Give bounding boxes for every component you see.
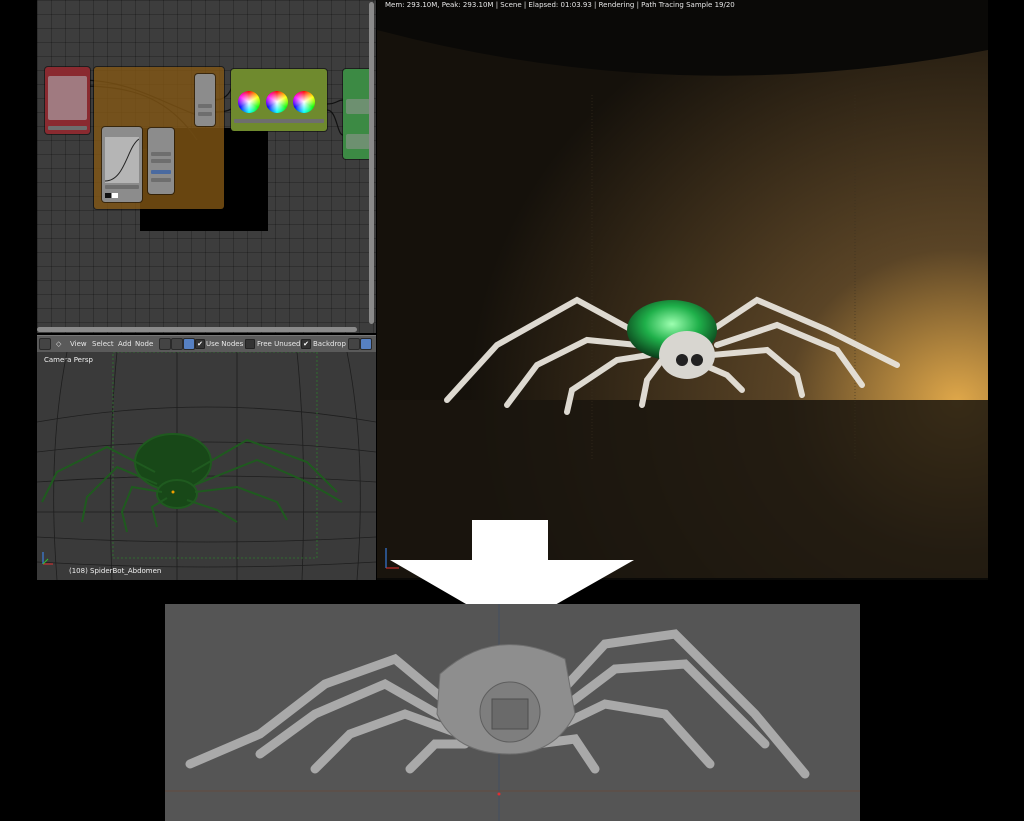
node-editor-vertical-scrollbar[interactable] (369, 2, 374, 324)
backdrop-alpha-icon[interactable] (360, 338, 372, 350)
node-title (94, 67, 224, 74)
node-editor[interactable] (37, 0, 376, 333)
node-socket-row (48, 126, 87, 130)
wireframe-scene (37, 352, 376, 580)
shader-nodes-icon[interactable] (159, 338, 171, 350)
lift-color-wheel[interactable] (238, 91, 260, 113)
node-editor-horizontal-scrollbar[interactable] (37, 327, 357, 332)
menu-view[interactable]: View (70, 340, 87, 348)
use-nodes-checkbox[interactable]: ✔ (195, 339, 205, 349)
backdrop-channel-icon[interactable] (348, 338, 360, 350)
use-nodes-label: Use Nodes (206, 340, 244, 348)
clay-spider (165, 604, 860, 821)
gamma-color-wheel[interactable] (266, 91, 288, 113)
node-preview (346, 99, 370, 114)
curve-graph (105, 137, 139, 183)
black-swatch (105, 193, 111, 198)
node-field (198, 112, 212, 116)
node-preview (48, 76, 87, 120)
node-field (198, 104, 212, 108)
node-title (231, 69, 327, 76)
backdrop-label: Backdrop (313, 340, 346, 348)
active-object-label: (108) SpiderBot_Abdomen (69, 567, 162, 575)
menu-node[interactable]: Node (135, 340, 153, 348)
render-view[interactable] (377, 0, 988, 580)
collapse-icon[interactable]: ◇ (56, 340, 61, 348)
node-field (151, 178, 171, 182)
alpha-over-node[interactable] (195, 74, 215, 126)
texture-nodes-icon[interactable] (183, 338, 195, 350)
node-field (234, 119, 324, 123)
white-swatch (112, 193, 118, 198)
menu-select[interactable]: Select (92, 340, 114, 348)
backdrop-checkbox[interactable]: ✔ (301, 339, 311, 349)
3d-viewport[interactable]: Camera Persp (108) SpiderBot_Abdomen (37, 352, 376, 580)
menu-add[interactable]: Add (118, 340, 132, 348)
node-field (105, 185, 139, 189)
node-title (45, 67, 90, 74)
node-field (151, 152, 171, 156)
node-preview (346, 134, 370, 149)
rendered-scene (377, 0, 988, 580)
render-layers-node[interactable] (45, 67, 90, 134)
free-unused-checkbox[interactable] (245, 339, 255, 349)
node-field (151, 170, 171, 174)
render-status-bar: Mem: 293.10M, Peak: 293.10M | Scene | El… (385, 1, 735, 9)
gain-color-wheel[interactable] (293, 91, 315, 113)
node-field (151, 159, 171, 163)
node-editor-header: ◇ View Select Add Node ✔ Use Nodes Free … (37, 335, 376, 352)
editor-type-icon[interactable] (39, 338, 51, 350)
free-unused-label: Free Unused (257, 340, 301, 348)
color-balance-node[interactable] (231, 69, 327, 131)
clay-render-preview (165, 604, 860, 821)
mix-node[interactable] (148, 128, 174, 194)
rgb-curves-node[interactable] (102, 127, 142, 202)
compositing-nodes-icon[interactable] (171, 338, 183, 350)
